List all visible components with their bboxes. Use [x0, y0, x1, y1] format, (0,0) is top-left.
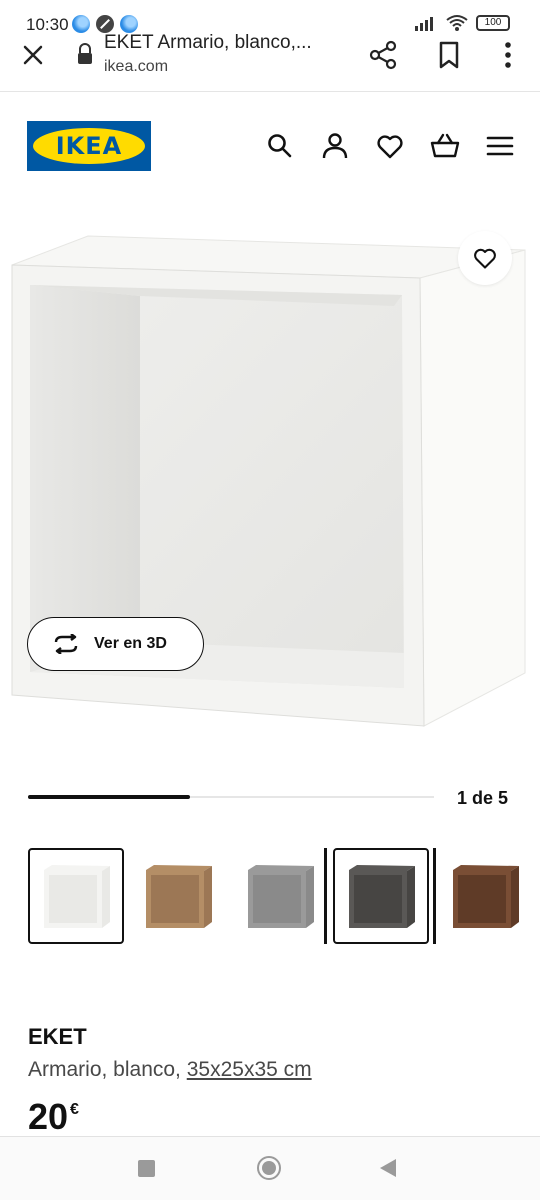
variant-thumbnail-walnut[interactable]: [437, 848, 533, 944]
cabinet-thumbnail: [44, 865, 110, 928]
home-button[interactable]: [257, 1156, 281, 1180]
cabinet-side: [102, 866, 110, 928]
cabinet-thumbnail: [248, 865, 314, 928]
cabinet-opening: [49, 875, 97, 923]
price-currency: €: [70, 1101, 79, 1118]
page-title[interactable]: EKET Armario, blanco,...: [104, 32, 344, 54]
cabinet-thumbnail: [146, 865, 212, 928]
cabinet-thumbnail: [349, 865, 415, 928]
product-description-text: Armario, blanco,: [28, 1058, 187, 1081]
user-icon[interactable]: [320, 131, 350, 161]
view-in-3d-button[interactable]: Ver en 3D: [27, 617, 204, 671]
search-icon[interactable]: [265, 131, 295, 161]
logo-text: IKEA: [55, 132, 123, 160]
cabinet-side: [511, 866, 519, 928]
variant-thumbnail-oak[interactable]: [130, 848, 226, 944]
cabinet-side: [407, 866, 415, 928]
system-navigation-bar: [0, 1136, 540, 1200]
logo-oval: IKEA: [33, 128, 145, 164]
menu-icon[interactable]: [485, 131, 515, 161]
rotate-3d-icon: [54, 634, 78, 654]
share-icon[interactable]: [366, 38, 400, 72]
back-button[interactable]: [380, 1159, 396, 1177]
product-price: 20: [28, 1096, 69, 1137]
url-domain[interactable]: ikea.com: [104, 58, 168, 76]
variant-thumbnail-light-grey[interactable]: [232, 848, 328, 944]
close-icon[interactable]: [18, 40, 48, 70]
cabinet-opening: [253, 875, 301, 923]
cabinet-opening: [458, 875, 506, 923]
variant-thumbnail-white[interactable]: [28, 848, 124, 944]
home-icon: [262, 1161, 276, 1175]
lock-icon: [78, 43, 92, 64]
product-dimensions-link[interactable]: 35x25x35 cm: [187, 1058, 312, 1081]
variant-thumbnail-dark-grey[interactable]: [333, 848, 429, 944]
browser-toolbar: EKET Armario, blanco,... ikea.com: [0, 28, 540, 92]
cabinet-side: [306, 866, 314, 928]
basket-icon[interactable]: [430, 131, 460, 161]
carousel-edge-right: [433, 848, 436, 944]
image-counter: 1 de 5: [457, 788, 509, 808]
heart-icon[interactable]: [375, 131, 405, 161]
recent-apps-button[interactable]: [138, 1160, 155, 1177]
cabinet-opening: [354, 875, 402, 923]
carousel-edge-left: [324, 848, 327, 944]
cabinet-opening: [151, 875, 199, 923]
product-name: EKET: [28, 1024, 87, 1049]
ikea-logo[interactable]: IKEA: [27, 121, 151, 171]
product-description: Armario, blanco, 35x25x35 cm: [28, 1058, 312, 1082]
view-in-3d-label: Ver en 3D: [94, 635, 167, 652]
image-progress-fill: [28, 795, 191, 799]
image-progress-track: [28, 795, 434, 799]
more-options-icon[interactable]: [494, 38, 522, 72]
cabinet-thumbnail: [453, 865, 519, 928]
heart-icon: [474, 248, 496, 269]
bookmark-icon[interactable]: [432, 38, 466, 72]
add-to-favorites-button[interactable]: [458, 231, 512, 285]
cabinet-side: [204, 866, 212, 928]
